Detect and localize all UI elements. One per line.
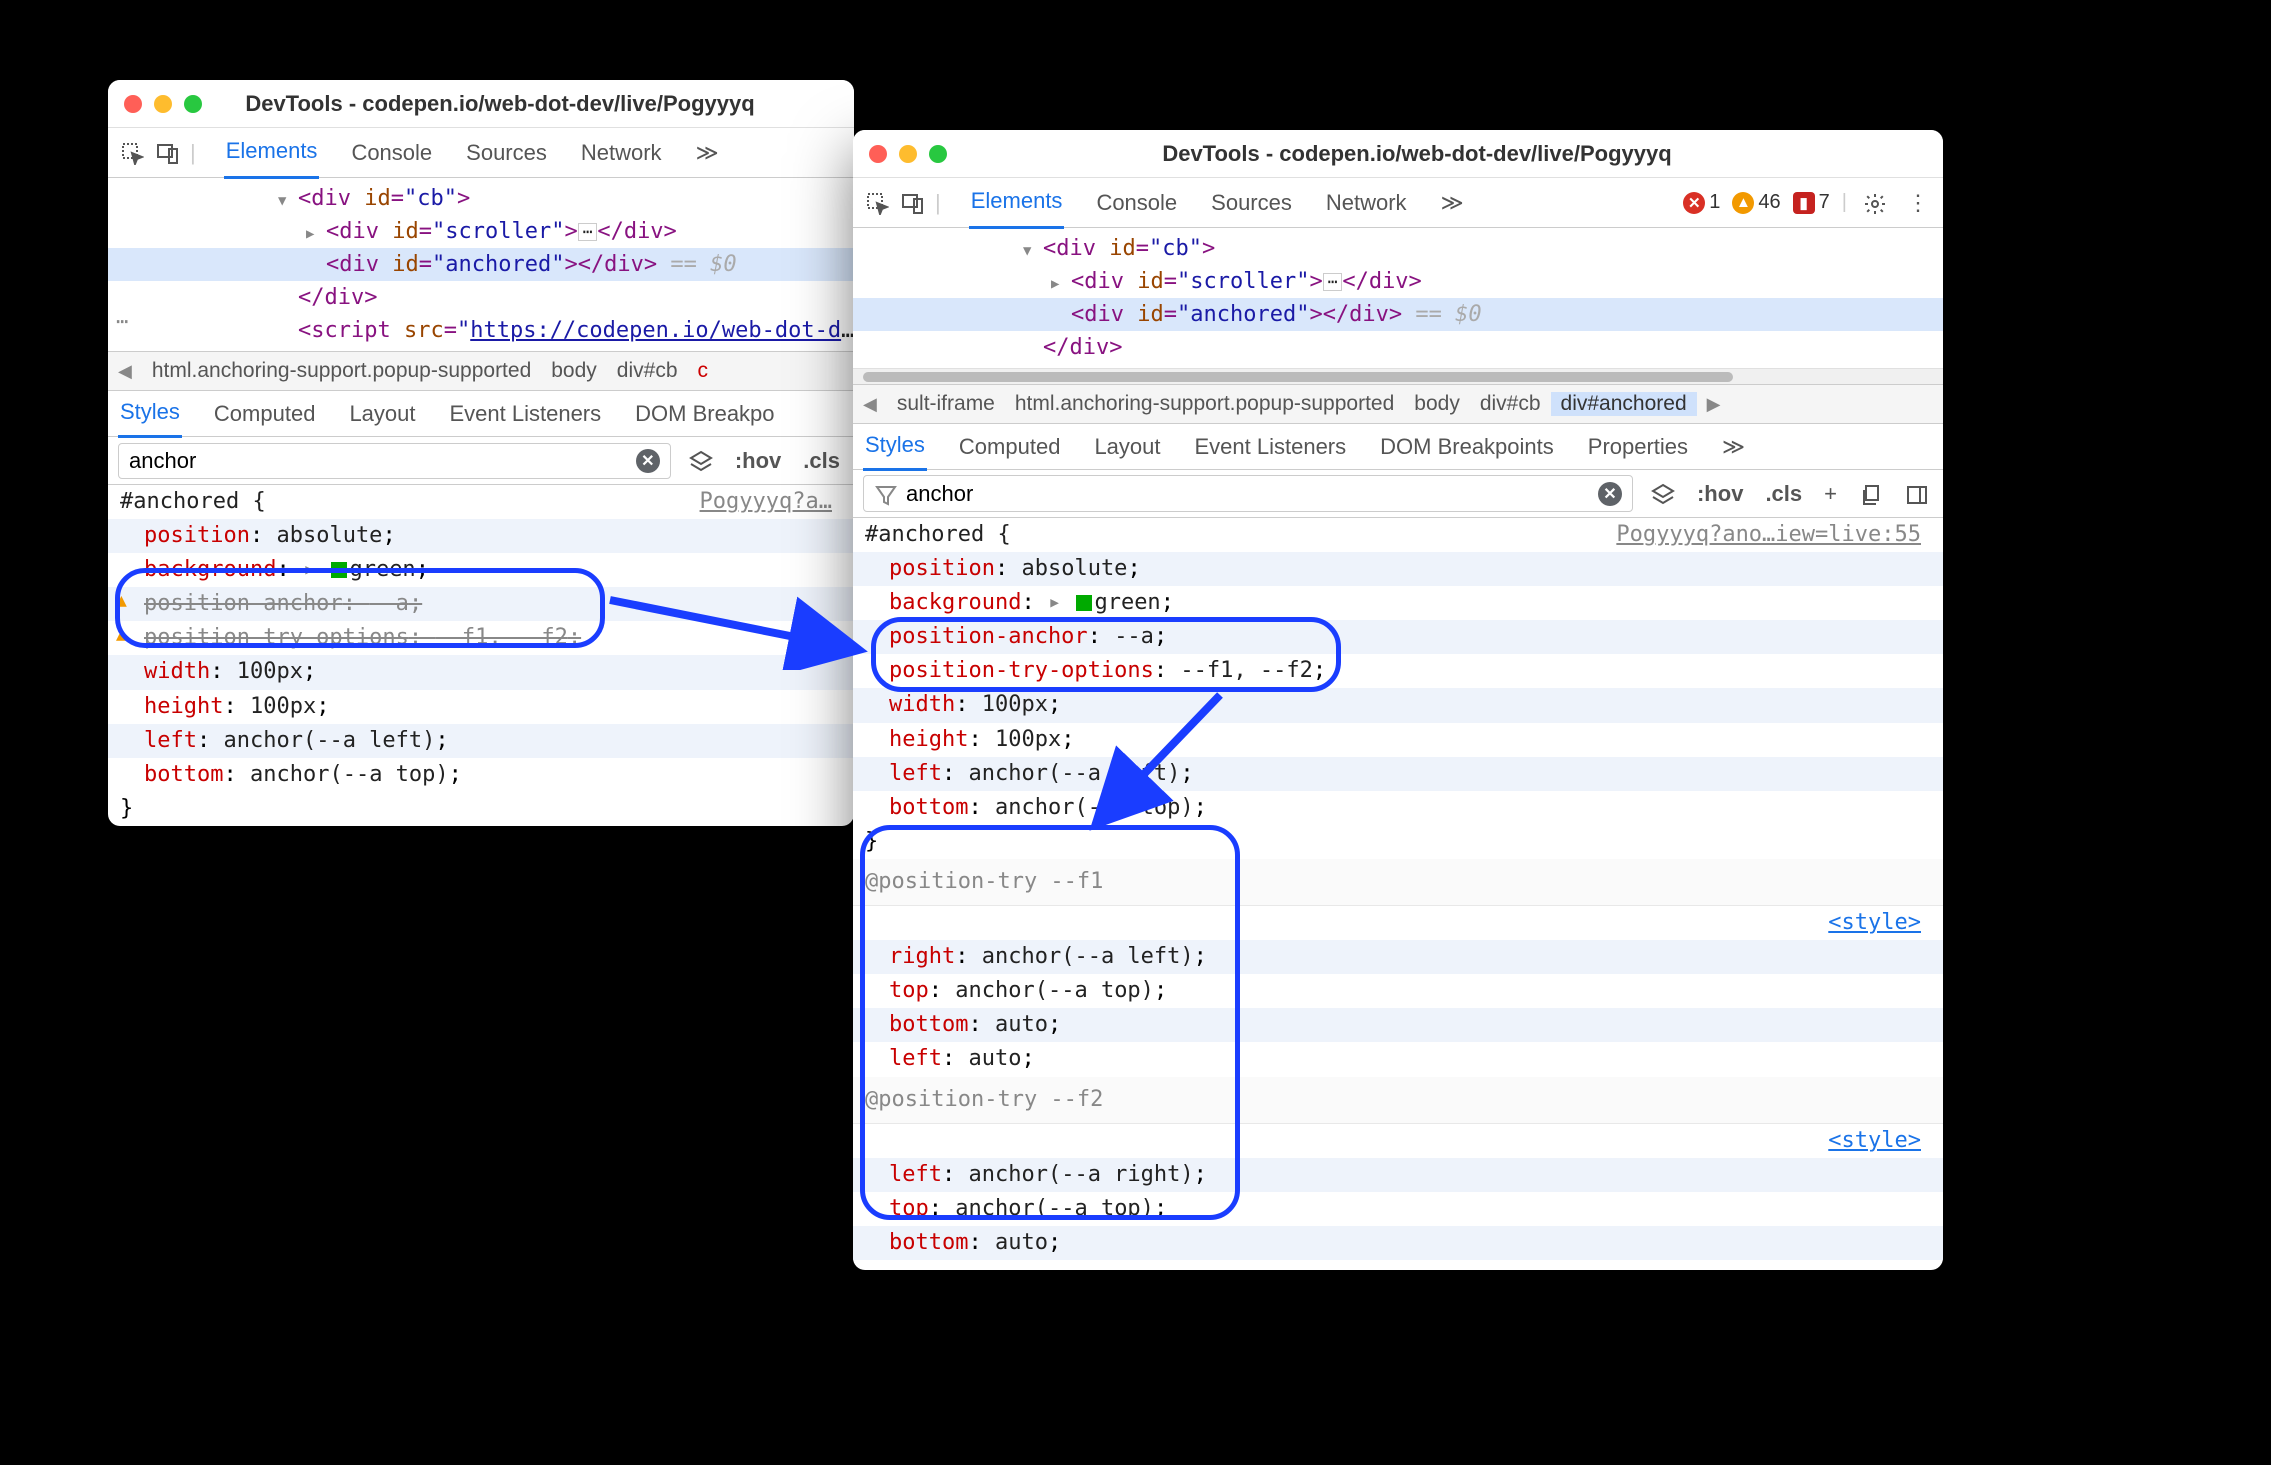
styles-panel[interactable]: Pogyyyq?ano…iew=live:55#anchored { posit… bbox=[853, 518, 1943, 1270]
tab-console[interactable]: Console bbox=[1094, 178, 1179, 228]
tab-network[interactable]: Network bbox=[1324, 178, 1409, 228]
source-link[interactable]: Pogyyyq?a… bbox=[700, 485, 842, 519]
layers-icon[interactable] bbox=[685, 447, 717, 473]
subtab-properties[interactable]: Properties bbox=[1586, 424, 1690, 470]
device-toggle-icon[interactable] bbox=[899, 189, 927, 217]
subtab-listeners[interactable]: Event Listeners bbox=[1193, 424, 1349, 470]
subtab-dombreak[interactable]: DOM Breakpo bbox=[633, 391, 776, 437]
source-link[interactable]: <style> bbox=[1828, 1124, 1931, 1158]
selected-element[interactable]: <div id="anchored"></div> == $0 bbox=[108, 248, 854, 281]
titlebar: DevTools - codepen.io/web-dot-dev/live/P… bbox=[853, 130, 1943, 178]
errors-badge[interactable]: ✕1 bbox=[1683, 191, 1720, 214]
clear-filter-icon[interactable]: ✕ bbox=[1598, 482, 1622, 506]
elements-panel[interactable]: <div id="cb"> <div id="scroller">⋯</div>… bbox=[108, 178, 854, 351]
color-swatch[interactable] bbox=[331, 562, 347, 578]
devtools-toolbar: | Elements Console Sources Network ≫ bbox=[108, 128, 854, 178]
crumb-iframe[interactable]: sult-iframe bbox=[887, 392, 1005, 416]
devtools-toolbar: | Elements Console Sources Network ≫ ✕1 … bbox=[853, 178, 1943, 228]
styles-subtabs: Styles Computed Layout Event Listeners D… bbox=[108, 391, 854, 437]
crumb-html[interactable]: html.anchoring-support.popup-supported bbox=[142, 359, 541, 383]
cls-button[interactable]: .cls bbox=[1761, 481, 1806, 507]
styles-panel[interactable]: Pogyyyq?a…#anchored { position: absolute… bbox=[108, 485, 854, 826]
funnel-icon bbox=[874, 480, 898, 506]
warnings-badge[interactable]: ▲46 bbox=[1732, 191, 1780, 214]
filter-input-wrap: ✕ bbox=[863, 475, 1633, 511]
crumb-html[interactable]: html.anchoring-support.popup-supported bbox=[1005, 392, 1404, 416]
minimize-icon[interactable] bbox=[154, 95, 172, 113]
close-icon[interactable] bbox=[124, 95, 142, 113]
minimize-icon[interactable] bbox=[899, 145, 917, 163]
plus-icon[interactable]: + bbox=[1820, 481, 1841, 507]
crumb-body[interactable]: body bbox=[1404, 392, 1470, 416]
cls-button[interactable]: .cls bbox=[799, 448, 844, 474]
position-try-header: @position-try --f1 bbox=[853, 859, 1943, 906]
subtab-listeners[interactable]: Event Listeners bbox=[448, 391, 604, 437]
subtab-styles[interactable]: Styles bbox=[118, 389, 182, 438]
layers-icon[interactable] bbox=[1647, 480, 1679, 506]
tab-elements[interactable]: Elements bbox=[969, 176, 1065, 229]
elements-panel[interactable]: <div id="cb"> <div id="scroller">⋯</div>… bbox=[853, 228, 1943, 368]
tab-sources[interactable]: Sources bbox=[464, 128, 549, 178]
subtab-dombreak[interactable]: DOM Breakpoints bbox=[1378, 424, 1556, 470]
selected-element[interactable]: <div id="anchored"></div> == $0 bbox=[853, 298, 1943, 331]
crumb-left-arrow[interactable]: ◀ bbox=[853, 394, 887, 415]
inspect-icon[interactable] bbox=[863, 189, 891, 217]
position-try-header: @position-try --f2 bbox=[853, 1077, 1943, 1124]
filter-input[interactable] bbox=[906, 481, 1590, 507]
crumb-body[interactable]: body bbox=[541, 359, 607, 383]
warning-icon: ▲ bbox=[116, 587, 127, 615]
subtab-layout[interactable]: Layout bbox=[1092, 424, 1162, 470]
color-swatch[interactable] bbox=[1076, 595, 1092, 611]
tab-network[interactable]: Network bbox=[579, 128, 664, 178]
crumb-cb[interactable]: div#cb bbox=[1470, 392, 1551, 416]
subtab-layout[interactable]: Layout bbox=[347, 391, 417, 437]
clear-filter-icon[interactable]: ✕ bbox=[636, 449, 660, 473]
device-toggle-icon[interactable] bbox=[154, 139, 182, 167]
styles-subtabs: Styles Computed Layout Event Listeners D… bbox=[853, 424, 1943, 470]
kebab-icon[interactable]: ⋮ bbox=[1903, 190, 1933, 216]
more-tabs-icon[interactable]: ≫ bbox=[694, 128, 721, 178]
maximize-icon[interactable] bbox=[929, 145, 947, 163]
crumb-anchored[interactable]: div#anchored bbox=[1551, 392, 1697, 416]
crumb-left-arrow[interactable]: ◀ bbox=[108, 361, 142, 382]
breadcrumb[interactable]: ◀ html.anchoring-support.popup-supported… bbox=[108, 351, 854, 391]
crumb-cb[interactable]: div#cb bbox=[607, 359, 688, 383]
gear-icon[interactable] bbox=[1859, 189, 1891, 215]
subtab-styles[interactable]: Styles bbox=[863, 422, 927, 471]
more-subtabs-icon[interactable]: ≫ bbox=[1720, 424, 1747, 470]
close-icon[interactable] bbox=[869, 145, 887, 163]
warning-icon: ▲ bbox=[116, 621, 127, 649]
violations-badge[interactable]: ▮7 bbox=[1793, 191, 1830, 214]
inspect-icon[interactable] bbox=[118, 139, 146, 167]
crumb-right-arrow[interactable]: ▶ bbox=[1697, 394, 1731, 415]
window-title: DevTools - codepen.io/web-dot-dev/live/P… bbox=[222, 91, 778, 117]
breadcrumb[interactable]: ◀ sult-iframe html.anchoring-support.pop… bbox=[853, 384, 1943, 424]
source-link[interactable]: <style> bbox=[1828, 906, 1931, 940]
filter-input[interactable] bbox=[129, 448, 628, 474]
tab-sources[interactable]: Sources bbox=[1209, 178, 1294, 228]
hov-button[interactable]: :hov bbox=[1693, 481, 1747, 507]
titlebar: DevTools - codepen.io/web-dot-dev/live/P… bbox=[108, 80, 854, 128]
horizontal-scrollbar[interactable] bbox=[853, 368, 1943, 384]
subtab-computed[interactable]: Computed bbox=[957, 424, 1063, 470]
subtab-computed[interactable]: Computed bbox=[212, 391, 318, 437]
maximize-icon[interactable] bbox=[184, 95, 202, 113]
source-link[interactable]: Pogyyyq?ano…iew=live:55 bbox=[1616, 518, 1931, 552]
more-tabs-icon[interactable]: ≫ bbox=[1439, 178, 1466, 228]
hov-button[interactable]: :hov bbox=[731, 448, 785, 474]
tab-elements[interactable]: Elements bbox=[224, 126, 320, 179]
panel-icon[interactable] bbox=[1901, 480, 1933, 506]
overflow-indicator: ⋯ bbox=[116, 306, 128, 336]
copy-icon[interactable] bbox=[1855, 480, 1887, 506]
window-title: DevTools - codepen.io/web-dot-dev/live/P… bbox=[967, 141, 1867, 167]
filter-input-wrap: ✕ bbox=[118, 443, 671, 479]
tab-console[interactable]: Console bbox=[349, 128, 434, 178]
